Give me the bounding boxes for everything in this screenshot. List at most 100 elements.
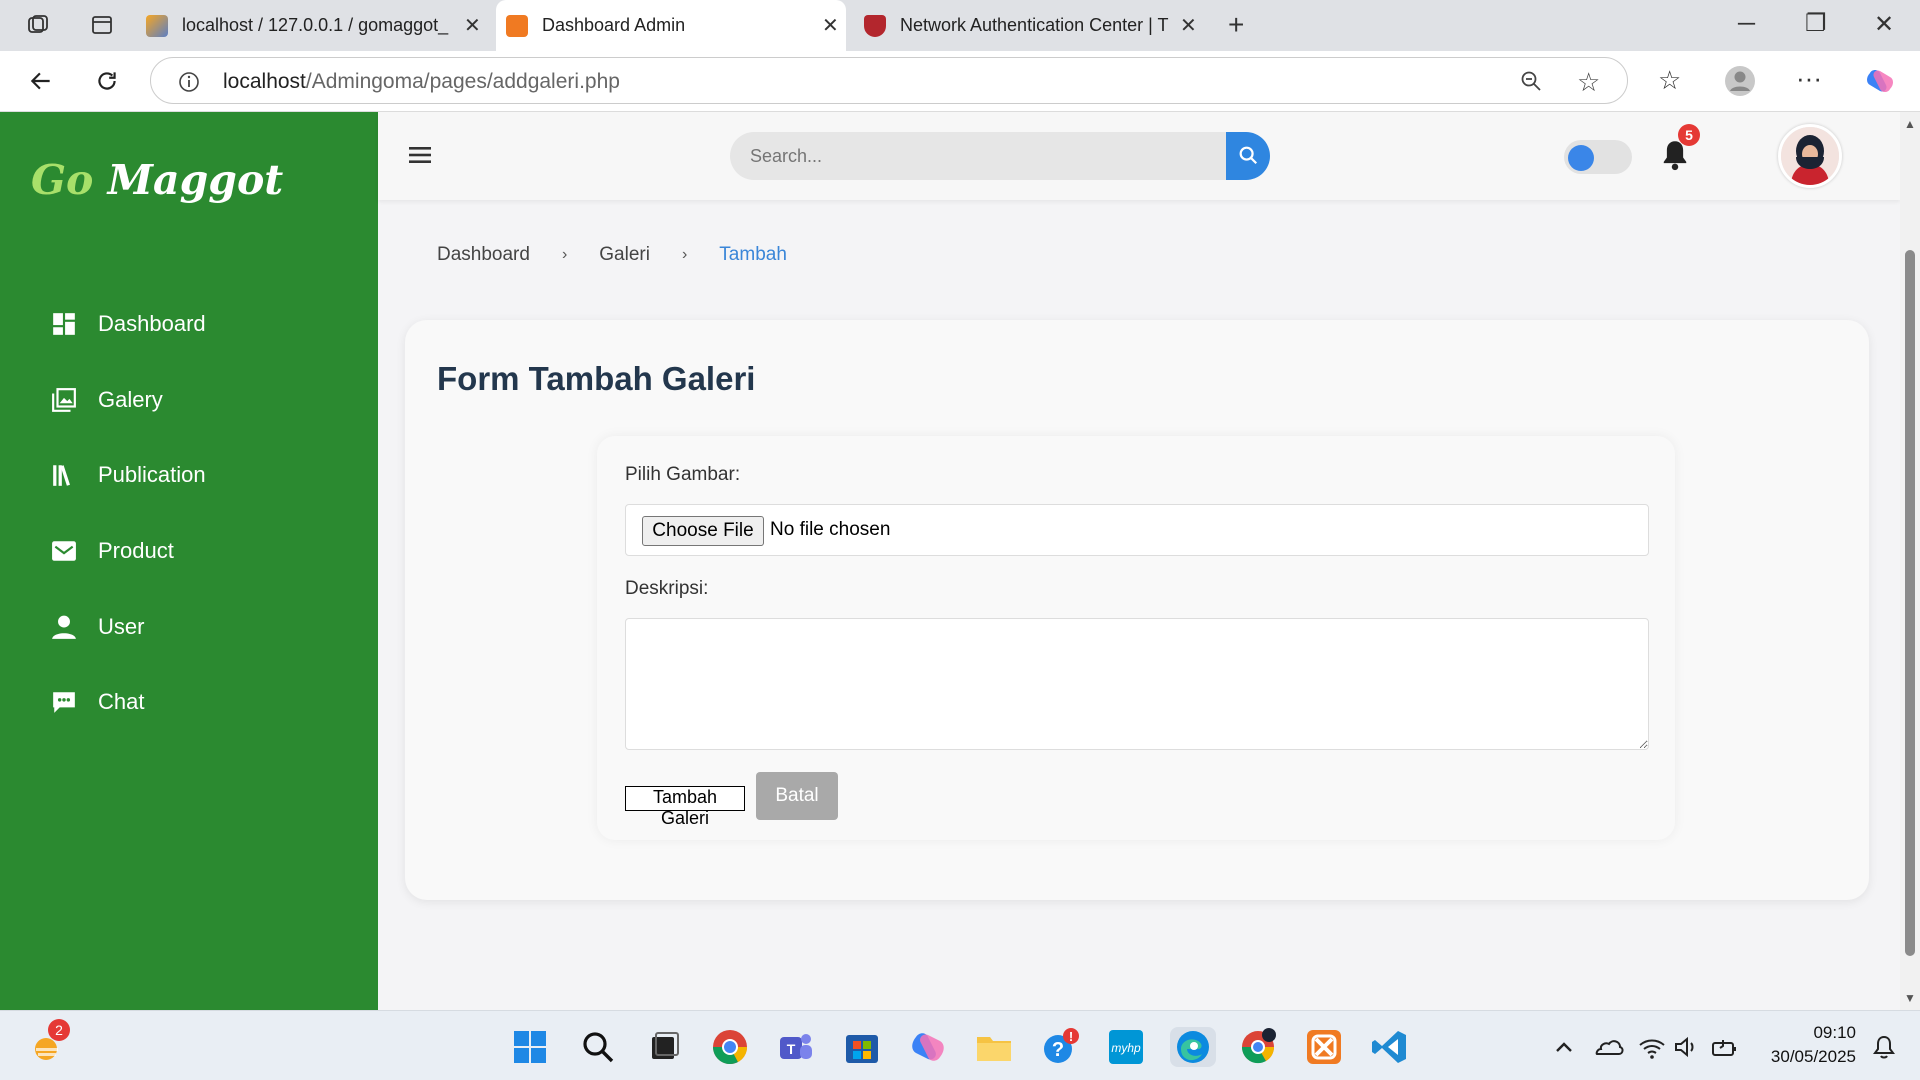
svg-text:!: !	[1069, 1029, 1073, 1044]
page-title: Form Tambah Galeri	[437, 360, 756, 397]
reload-icon[interactable]	[94, 68, 120, 99]
url-text: localhost/Admingoma/pages/addgaleri.php	[223, 70, 620, 94]
teams-icon[interactable]: T	[776, 1027, 816, 1067]
chevron-up-icon[interactable]	[1544, 1027, 1584, 1067]
favorites-icon[interactable]: ☆	[1658, 67, 1681, 93]
file-input[interactable]: Choose File No file chosen	[625, 504, 1649, 556]
workspaces-icon[interactable]	[26, 13, 50, 42]
chrome-profile-icon[interactable]	[1238, 1027, 1278, 1067]
close-tab-icon[interactable]: ✕	[1180, 13, 1197, 38]
volume-icon[interactable]	[1666, 1027, 1706, 1067]
form-card: Form Tambah Galeri Pilih Gambar: Choose …	[405, 320, 1869, 900]
back-icon[interactable]	[28, 68, 54, 99]
onedrive-icon[interactable]	[1588, 1027, 1628, 1067]
breadcrumb-galeri[interactable]: Galeri	[599, 244, 650, 266]
system-clock[interactable]: 09:10 30/05/2025	[1752, 1021, 1856, 1069]
notification-badge: 5	[1678, 124, 1700, 146]
no-file-text: No file chosen	[770, 519, 891, 540]
top-header: 5	[378, 112, 1900, 200]
help-icon[interactable]: ?!	[1040, 1027, 1080, 1067]
favorite-star-icon[interactable]: ☆	[1577, 69, 1600, 95]
tab-title: Network Authentication Center | T	[900, 15, 1169, 35]
browser-address-bar: localhost/Admingoma/pages/addgaleri.php …	[0, 51, 1920, 112]
sidebar-item-label: Publication	[98, 462, 206, 487]
xampp-icon[interactable]	[1304, 1027, 1344, 1067]
myhp-icon[interactable]: myhp	[1106, 1027, 1146, 1067]
chevron-right-icon: ›	[561, 246, 568, 263]
logo-maggot: Maggot	[107, 156, 284, 204]
search-bar	[730, 132, 1270, 180]
clock-time: 09:10	[1813, 1023, 1856, 1042]
notifications-icon[interactable]	[1864, 1027, 1904, 1067]
vscode-icon[interactable]	[1370, 1027, 1410, 1067]
close-tab-icon[interactable]: ✕	[464, 13, 481, 38]
battery-icon[interactable]	[1704, 1027, 1744, 1067]
clock-date: 30/05/2025	[1770, 1047, 1856, 1066]
profile-icon[interactable]	[1724, 65, 1756, 102]
search-button[interactable]	[1226, 132, 1270, 180]
site-info-icon[interactable]	[177, 70, 201, 99]
url-field[interactable]: localhost/Admingoma/pages/addgaleri.php …	[150, 57, 1628, 104]
image-label: Pilih Gambar:	[625, 464, 741, 485]
sidebar-item-galery[interactable]: Galery	[50, 380, 350, 420]
app-logo[interactable]: Go Maggot	[31, 156, 283, 204]
svg-text:?: ?	[1052, 1039, 1064, 1061]
logo-go: Go	[31, 156, 94, 204]
gallery-icon	[50, 386, 78, 414]
copilot-app-icon[interactable]	[908, 1027, 948, 1067]
sidebar-item-product[interactable]: Product	[50, 531, 350, 571]
task-view-icon[interactable]	[644, 1027, 684, 1067]
chat-bubble-icon	[50, 688, 78, 716]
more-options-icon[interactable]: ···	[1796, 65, 1822, 91]
close-window-icon[interactable]: ✕	[1874, 13, 1894, 37]
sidebar-item-chat[interactable]: Chat	[50, 682, 350, 722]
description-textarea[interactable]	[625, 618, 1649, 750]
close-tab-icon[interactable]: ✕	[822, 13, 839, 38]
tab-phpmyadmin[interactable]: localhost / 127.0.0.1 / gomaggot_ ✕	[146, 0, 486, 51]
sidebar-item-dashboard[interactable]: Dashboard	[50, 304, 350, 344]
tab-actions-icon[interactable]	[90, 13, 114, 42]
envelope-icon	[50, 537, 78, 565]
scrollbar-thumb[interactable]	[1905, 250, 1915, 956]
edge-icon[interactable]	[1170, 1027, 1216, 1067]
store-icon[interactable]	[842, 1027, 882, 1067]
svg-text:T: T	[787, 1041, 796, 1057]
xampp-icon	[506, 14, 528, 37]
sidebar-item-user[interactable]: User	[50, 607, 350, 647]
page-scrollbar[interactable]: ▲ ▼	[1900, 112, 1920, 1010]
restore-icon[interactable]: ❐	[1805, 12, 1827, 36]
search-input[interactable]	[730, 132, 1226, 180]
url-path: /Admingoma/pages/addgaleri.php	[305, 70, 620, 93]
copilot-icon[interactable]	[1864, 65, 1896, 102]
url-host: localhost	[223, 70, 306, 93]
browser-tab-bar: localhost / 127.0.0.1 / gomaggot_ ✕ Dash…	[0, 0, 1920, 51]
search-icon[interactable]	[578, 1027, 618, 1067]
zoom-out-icon[interactable]	[1519, 69, 1543, 98]
windows-taskbar: 2 T ?! myhp 09:10 30/05/2025	[0, 1010, 1920, 1080]
chrome-icon[interactable]	[710, 1027, 750, 1067]
add-gallery-form: Pilih Gambar: Choose File No file chosen…	[597, 436, 1675, 840]
user-icon	[50, 613, 78, 641]
theme-toggle[interactable]	[1564, 140, 1632, 174]
scroll-up-icon[interactable]: ▲	[1904, 118, 1916, 130]
avatar[interactable]	[1778, 124, 1842, 188]
sidebar-item-label: User	[98, 614, 145, 639]
windows-start-icon[interactable]	[510, 1027, 550, 1067]
scroll-down-icon[interactable]: ▼	[1904, 992, 1916, 1004]
file-explorer-icon[interactable]	[974, 1027, 1014, 1067]
breadcrumb-tambah: Tambah	[719, 244, 787, 265]
add-gallery-button[interactable]: Tambah Galeri	[625, 786, 745, 828]
choose-file-button[interactable]: Choose File	[642, 516, 764, 546]
cancel-button[interactable]: Batal	[756, 772, 838, 820]
sidebar-item-label: Dashboard	[98, 311, 206, 336]
library-books-icon	[50, 461, 78, 489]
minimize-icon[interactable]: ─	[1738, 12, 1755, 36]
breadcrumb-dashboard[interactable]: Dashboard	[437, 244, 530, 266]
tab-dashboard-admin[interactable]: Dashboard Admin ✕	[496, 0, 846, 51]
sidebar-item-label: Product	[98, 538, 174, 563]
hamburger-menu-icon[interactable]	[408, 143, 432, 172]
tab-network-auth[interactable]: Network Authentication Center | T ✕	[864, 0, 1204, 51]
sidebar-item-publication[interactable]: Publication	[50, 455, 350, 495]
toggle-knob	[1568, 145, 1594, 171]
new-tab-icon[interactable]: +	[1228, 11, 1244, 39]
